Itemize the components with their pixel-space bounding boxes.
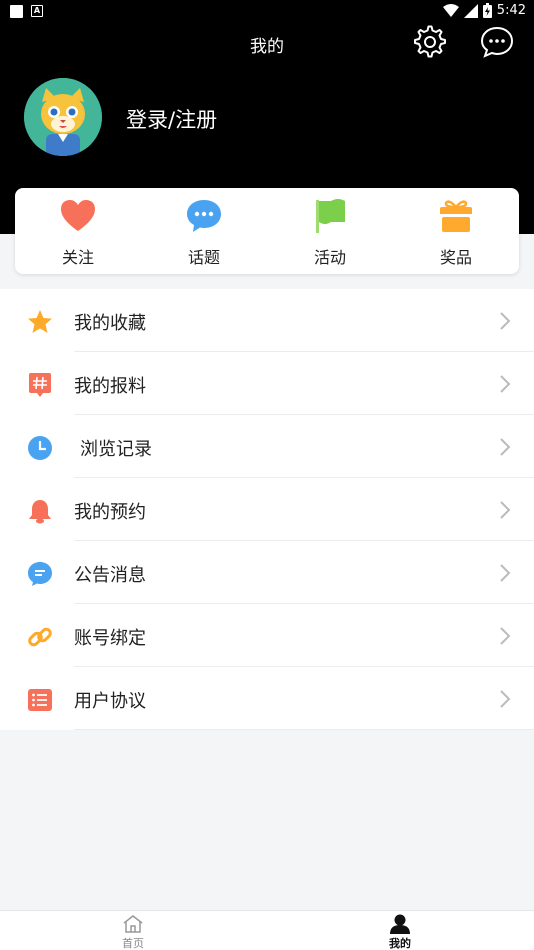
page-title: 我的 [250, 37, 284, 57]
menu-item-label: 公告消息 [74, 565, 146, 586]
menu-item-label: 我的收藏 [74, 313, 146, 334]
status-bar: A 5:42 [0, 0, 534, 24]
menu-item-label: 浏览记录 [80, 439, 152, 460]
avatar[interactable] [24, 78, 102, 156]
login-register-link[interactable]: 登录/注册 [126, 104, 217, 134]
chevron-right-icon [500, 690, 511, 708]
status-time: 5:42 [496, 3, 526, 18]
star-icon [28, 310, 52, 333]
cat-mascot-icon [24, 78, 102, 156]
menu-item-label: 我的报料 [74, 376, 146, 397]
signal-icon [463, 3, 478, 18]
tab-home[interactable]: 首页 [93, 911, 173, 950]
flag-icon [316, 199, 345, 233]
battery-icon [482, 3, 492, 18]
quick-action-label: 奖品 [439, 248, 472, 267]
message-icon [28, 562, 52, 586]
menu-item-reports[interactable]: 我的报料 [0, 352, 534, 415]
quick-action-prize[interactable]: 奖品 [393, 188, 519, 274]
bottom-nav: 首页 我的 [0, 910, 534, 950]
quick-action-follow[interactable]: 关注 [15, 188, 141, 274]
bell-icon [29, 500, 51, 524]
menu-item-user-agreement[interactable]: 用户协议 [0, 667, 534, 730]
wifi-icon [442, 3, 459, 17]
quick-action-activity[interactable]: 活动 [267, 188, 393, 274]
chevron-right-icon [500, 627, 511, 645]
menu-item-reservations[interactable]: 我的预约 [0, 478, 534, 541]
chevron-right-icon [500, 375, 511, 393]
menu-item-label: 用户协议 [74, 691, 146, 712]
hashtag-icon [29, 373, 51, 397]
tab-label: 首页 [122, 937, 144, 950]
chevron-right-icon [500, 312, 511, 330]
heart-icon [61, 200, 95, 231]
menu-item-favorites[interactable]: 我的收藏 [0, 289, 534, 352]
tab-mine[interactable]: 我的 [360, 911, 440, 950]
menu-item-label: 我的预约 [74, 502, 146, 523]
tab-label: 我的 [389, 937, 411, 950]
list-icon [28, 689, 52, 711]
menu-item-account-binding[interactable]: 账号绑定 [0, 604, 534, 667]
quick-action-topic[interactable]: 话题 [141, 188, 267, 274]
menu-item-announcements[interactable]: 公告消息 [0, 541, 534, 604]
gear-icon[interactable] [413, 25, 447, 59]
home-icon [123, 915, 143, 933]
chevron-right-icon [500, 501, 511, 519]
notification-icon [10, 5, 23, 18]
clock-icon [28, 436, 52, 460]
quick-action-label: 活动 [313, 248, 346, 267]
chevron-right-icon [500, 564, 511, 582]
quick-action-label: 话题 [187, 248, 220, 267]
quick-actions-card: 关注 话题 活动 奖品 [15, 188, 519, 274]
menu-list: 我的收藏 我的报料 浏览记录 我的预约 公告消息 账号绑定 用户协议 [0, 289, 534, 730]
app-notification-icon: A [31, 5, 43, 17]
person-icon [390, 914, 410, 934]
gift-icon [440, 200, 472, 232]
chat-bubble-icon [187, 200, 221, 232]
link-icon [28, 627, 52, 647]
chevron-right-icon [500, 438, 511, 456]
quick-action-label: 关注 [61, 248, 94, 267]
chat-bubble-icon[interactable] [480, 25, 514, 59]
menu-item-label: 账号绑定 [74, 628, 146, 649]
menu-item-history[interactable]: 浏览记录 [0, 415, 534, 478]
